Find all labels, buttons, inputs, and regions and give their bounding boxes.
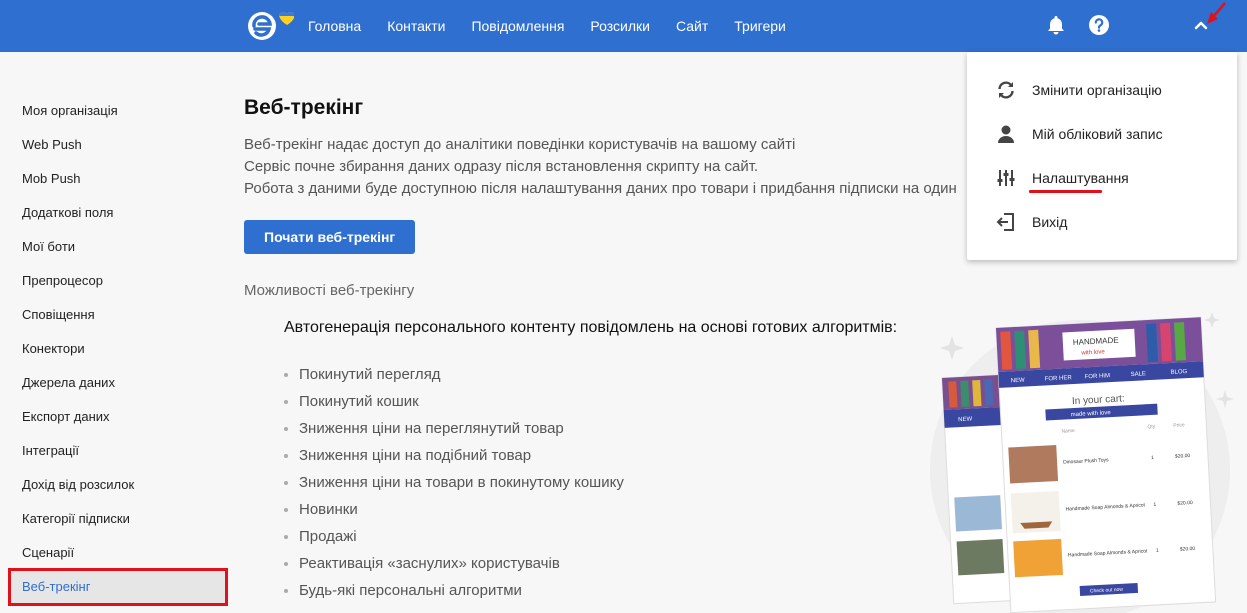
illus-menu-new: NEW <box>1011 378 1026 385</box>
sidebar-item-subscription-categories[interactable]: Категорії підписки <box>0 502 230 536</box>
menu-item-label: Налаштування <box>1032 170 1129 186</box>
sidebar-item-integrations[interactable]: Інтеграції <box>0 434 230 468</box>
illus-row-2-price: $20.00 <box>1177 500 1193 507</box>
description-line-3: Робота з даними буде доступною після нал… <box>244 180 957 197</box>
logout-icon <box>996 213 1014 231</box>
illus-row-2-qty: 1 <box>1153 502 1156 508</box>
menu-item-settings[interactable]: Налаштування <box>967 156 1237 200</box>
illus-col-qty: Qty <box>1147 424 1156 430</box>
illus-row-3-qty: 1 <box>1156 548 1159 554</box>
esputnik-logo-icon[interactable] <box>246 8 294 44</box>
menu-item-logout[interactable]: Вихід <box>967 200 1237 244</box>
nav-campaigns[interactable]: Розсилки <box>590 18 650 34</box>
page-title: Веб-трекінг <box>244 96 364 119</box>
menu-item-my-account[interactable]: Мій обліковий запис <box>967 112 1237 156</box>
sidebar-item-preprocessor[interactable]: Препроцесор <box>0 264 230 298</box>
capabilities-heading: Можливості веб-трекінгу <box>244 282 415 299</box>
annotation-underline <box>1029 190 1102 193</box>
sidebar-item-my-organization[interactable]: Моя організація <box>0 94 230 128</box>
main-nav: Головна Контакти Повідомлення Розсилки С… <box>308 0 812 52</box>
list-item: Зниження ціни на товари в покинутому кош… <box>284 469 1004 496</box>
sidebar-item-scenarios[interactable]: Сценарії <box>0 536 230 570</box>
list-item: Зниження ціни на подібний товар <box>284 442 1004 469</box>
annotation-arrow-icon <box>1207 2 1226 24</box>
sidebar-item-notifications[interactable]: Сповіщення <box>0 298 230 332</box>
help-icon[interactable] <box>1088 14 1110 36</box>
bell-icon[interactable] <box>1045 14 1067 36</box>
sidebar-item-my-bots[interactable]: Мої боти <box>0 230 230 264</box>
user-dropdown-menu: Змінити організацію Мій обліковий запис … <box>967 52 1237 260</box>
menu-item-label: Мій обліковий запис <box>1032 126 1163 142</box>
sidebar-item-web-push[interactable]: Web Push <box>0 128 230 162</box>
settings-sidebar: Моя організація Web Push Mob Push Додатк… <box>0 94 230 606</box>
list-item: Покинутий кошик <box>284 388 1004 415</box>
list-item: Зниження ціни на переглянутий товар <box>284 415 1004 442</box>
illus-col-price: Price <box>1173 422 1185 429</box>
illus-col-name: Name <box>1061 428 1075 435</box>
illus-row-1-qty: 1 <box>1151 455 1154 461</box>
sidebar-item-additional-fields[interactable]: Додаткові поля <box>0 196 230 230</box>
nav-site[interactable]: Сайт <box>676 18 708 34</box>
sliders-icon <box>997 170 1015 186</box>
sidebar-item-data-export[interactable]: Експорт даних <box>0 400 230 434</box>
sidebar-item-campaign-revenue[interactable]: Дохід від розсилок <box>0 468 230 502</box>
sidebar-item-data-sources[interactable]: Джерела даних <box>0 366 230 400</box>
list-item: Покинутий перегляд <box>284 361 1004 388</box>
features-list: Покинутий перегляд Покинутий кошик Зниже… <box>284 361 1004 604</box>
list-item: Будь-які персональні алгоритми <box>284 577 1004 604</box>
back-card-menu-new: NEW <box>958 416 973 423</box>
user-icon <box>998 125 1014 143</box>
sidebar-item-connectors[interactable]: Конектори <box>0 332 230 366</box>
features-heading: Автогенерація персонального контенту пов… <box>284 319 898 336</box>
description-line-1: Веб-трекінг надає доступ до аналітики по… <box>244 136 796 153</box>
top-navbar: Головна Контакти Повідомлення Розсилки С… <box>0 0 1247 52</box>
sidebar-item-mob-push[interactable]: Mob Push <box>0 162 230 196</box>
start-web-tracking-button[interactable]: Почати веб-трекінг <box>244 220 416 254</box>
nav-triggers[interactable]: Тригери <box>734 18 786 34</box>
email-preview-illustration: NEW HANDMADE with love NEW FOR HER FOR H… <box>930 312 1234 613</box>
nav-home[interactable]: Головна <box>308 18 361 34</box>
illus-row-1-price: $20.00 <box>1175 453 1191 460</box>
menu-item-label: Змінити організацію <box>1032 82 1162 98</box>
sidebar-item-web-tracking[interactable]: Веб-трекінг <box>8 568 228 606</box>
illus-menu-blog: BLOG <box>1170 369 1187 376</box>
illus-row-3-price: $20.00 <box>1180 546 1196 553</box>
illus-menu-sale: SALE <box>1130 371 1146 378</box>
menu-item-label: Вихід <box>1032 214 1068 230</box>
list-item: Продажі <box>284 523 1004 550</box>
list-item: Новинки <box>284 496 1004 523</box>
description-line-2: Сервіс почне збирання даних одразу після… <box>244 158 759 175</box>
sync-icon <box>998 81 1014 99</box>
nav-contacts[interactable]: Контакти <box>387 18 445 34</box>
nav-messages[interactable]: Повідомлення <box>471 18 564 34</box>
list-item: Реактивація «заснулих» користувачів <box>284 550 1004 577</box>
main-content: Веб-трекінг Веб-трекінг надає доступ до … <box>244 96 1004 604</box>
menu-item-switch-organization[interactable]: Змінити організацію <box>967 68 1237 112</box>
